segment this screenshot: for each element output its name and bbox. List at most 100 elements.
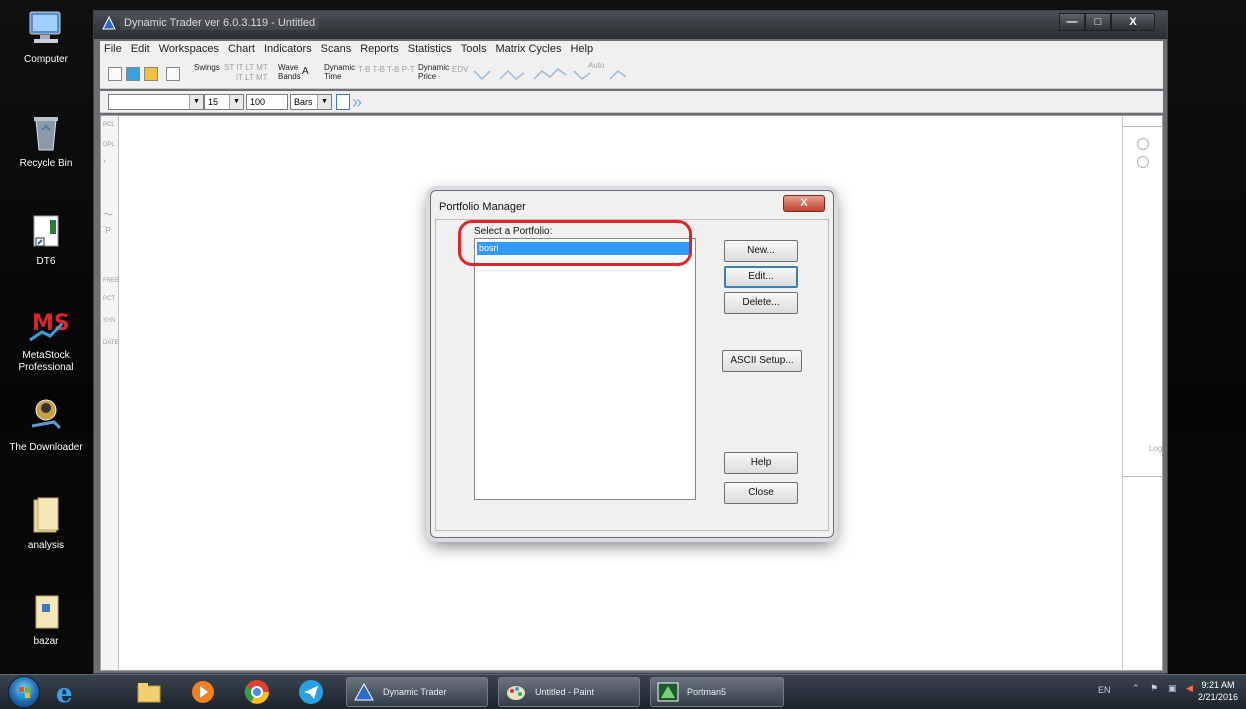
dt6-shortcut-icon <box>24 210 68 252</box>
swings-label[interactable]: Swings <box>194 63 220 72</box>
edv-label[interactable]: EDV <box>452 65 468 74</box>
new-button[interactable]: New... <box>724 240 798 262</box>
auto-label[interactable]: Auto <box>588 61 604 70</box>
desktop-icon-downloader[interactable]: The Downloader <box>0 396 92 454</box>
action-center-icon[interactable]: ⚑ <box>1150 683 1158 694</box>
save-icon[interactable] <box>166 67 180 81</box>
clock[interactable]: 9:21 AM 2/21/2016 <box>1194 679 1242 703</box>
volume-icon[interactable]: ◀ <box>1186 683 1193 694</box>
menu-indicators[interactable]: Indicators <box>264 43 312 55</box>
minimize-button[interactable]: — <box>1059 13 1085 31</box>
internet-explorer-icon[interactable]: e <box>52 678 82 709</box>
task-portman[interactable]: Portman5 <box>650 677 784 707</box>
task-dynamic-trader[interactable]: Dynamic Trader <box>346 677 488 707</box>
strip-label-date[interactable]: DATE <box>103 340 119 346</box>
title-bar[interactable]: Dynamic Trader ver 6.0.3.119 - Untitled … <box>94 11 1167 39</box>
strip-label-dpl[interactable]: DPL <box>103 142 115 148</box>
delete-button[interactable]: Delete... <box>724 292 798 314</box>
menu-workspaces[interactable]: Workspaces <box>159 43 219 55</box>
desktop-icon-computer[interactable]: Computer <box>0 8 92 66</box>
help-button[interactable]: Help <box>724 452 798 474</box>
menu-help[interactable]: Help <box>570 43 593 55</box>
desktop-icon-metastock[interactable]: MS MetaStock Professional <box>0 304 92 374</box>
menu-reports[interactable]: Reports <box>360 43 399 55</box>
file-explorer-icon[interactable] <box>134 678 164 706</box>
network-icon[interactable]: ▣ <box>1168 683 1177 694</box>
desktop-icon-label: bazar <box>33 636 59 647</box>
edit-button[interactable]: Edit... <box>724 266 798 288</box>
window-controls: — □ X <box>1059 13 1155 33</box>
bands-label[interactable]: Bands <box>278 72 301 81</box>
desktop-icon-label: Recycle Bin <box>19 158 73 169</box>
desktop-icon-label: Computer <box>24 54 68 65</box>
open-data-icon[interactable] <box>126 67 140 81</box>
start-button[interactable] <box>8 676 40 708</box>
desktop-icon-recycle-bin[interactable]: Recycle Bin <box>0 112 92 170</box>
chevron-down-icon[interactable]: ▼ <box>317 95 331 109</box>
wave-label[interactable]: Wave <box>278 63 298 72</box>
dynamic-price-label-1[interactable]: Dynamic <box>418 63 449 72</box>
symbol-combo[interactable]: ▼ <box>108 94 204 110</box>
zoom-out-icon[interactable] <box>1137 156 1149 168</box>
telegram-icon[interactable] <box>296 678 326 706</box>
log-scale-label[interactable]: Log <box>1149 444 1162 453</box>
menu-chart[interactable]: Chart <box>228 43 255 55</box>
main-toolbar: Swings ST IT LT MT IT LT MT Wave Bands A… <box>100 57 1163 89</box>
arrow-right-icon[interactable]: › <box>103 156 106 165</box>
dynamic-time-label-1[interactable]: Dynamic <box>324 63 355 72</box>
chrome-icon[interactable] <box>242 678 272 706</box>
windows-logo-icon <box>19 687 30 698</box>
task-paint[interactable]: Untitled - Paint <box>498 677 640 707</box>
menu-file[interactable]: File <box>104 43 122 55</box>
wave-icon[interactable]: 〜 <box>103 206 113 221</box>
desktop-icon-bazar[interactable]: bazar <box>0 590 92 648</box>
desktop-icon-analysis[interactable]: analysis <box>0 494 92 552</box>
portfolio-listbox[interactable]: bosri <box>474 238 696 500</box>
ascii-setup-button[interactable]: ASCII Setup... <box>722 350 802 372</box>
taskbar: e Dynamic Trader Untitled - Paint Portma… <box>0 674 1246 709</box>
period-combo[interactable]: 15 ▼ <box>204 94 244 110</box>
menu-edit[interactable]: Edit <box>131 43 150 55</box>
close-button[interactable]: Close <box>724 482 798 504</box>
desktop-icon-dt6[interactable]: DT6 <box>0 210 92 268</box>
price-icon[interactable]: ‾P <box>103 226 111 235</box>
chevron-down-icon[interactable]: ▼ <box>229 95 243 109</box>
dialog-title: Portfolio Manager <box>439 201 526 213</box>
new-chart-icon[interactable] <box>108 67 122 81</box>
menu-scans[interactable]: Scans <box>321 43 352 55</box>
open-folder-icon[interactable] <box>144 67 158 81</box>
system-tray: EN ⌃ ⚑ ▣ ◀ <box>1088 683 1208 703</box>
wave-pattern-icons[interactable] <box>470 63 640 85</box>
a-button[interactable]: A <box>302 67 309 77</box>
tray-chevron-icon[interactable]: ⌃ <box>1132 683 1140 694</box>
strip-label-syn[interactable]: SYN <box>103 318 115 324</box>
dialog-close-button[interactable]: X <box>783 195 825 212</box>
bars-type-combo[interactable]: Bars ▼ <box>290 94 332 110</box>
right-tool-strip: Log <box>1122 116 1163 670</box>
swing-levels-bottom[interactable]: IT LT MT <box>236 73 268 82</box>
menu-matrix-cycles[interactable]: Matrix Cycles <box>495 43 561 55</box>
close-window-button[interactable]: X <box>1111 13 1155 31</box>
media-player-icon[interactable] <box>188 678 218 706</box>
dynamic-time-label-2[interactable]: Time <box>324 72 341 81</box>
strip-label-pcl[interactable]: PCL <box>103 122 115 128</box>
dynamic-price-label-2[interactable]: Price <box>418 72 436 81</box>
annotation-highlight <box>458 220 692 266</box>
strip-label-free[interactable]: FREE <box>103 278 119 284</box>
swing-levels-top[interactable]: ST IT LT MT <box>224 63 268 72</box>
paint-icon <box>505 682 527 702</box>
language-indicator[interactable]: EN <box>1098 685 1111 695</box>
task-label: Untitled - Paint <box>535 687 595 697</box>
strip-label-pct[interactable]: PCT <box>103 296 115 302</box>
time-projection-buttons[interactable]: T-B T-B T-B P-T <box>358 65 415 74</box>
fast-forward-icon[interactable]: » <box>352 92 362 113</box>
bars-count-combo[interactable]: 100 <box>246 94 288 110</box>
dynamic-trader-icon <box>353 682 375 702</box>
chevron-down-icon[interactable]: ▼ <box>189 95 203 109</box>
menu-statistics[interactable]: Statistics <box>408 43 452 55</box>
svg-text:e: e <box>56 679 73 706</box>
zoom-in-icon[interactable] <box>1137 138 1149 150</box>
menu-tools[interactable]: Tools <box>461 43 487 55</box>
maximize-button[interactable]: □ <box>1085 13 1111 31</box>
chart-frame-icon[interactable] <box>336 94 350 110</box>
